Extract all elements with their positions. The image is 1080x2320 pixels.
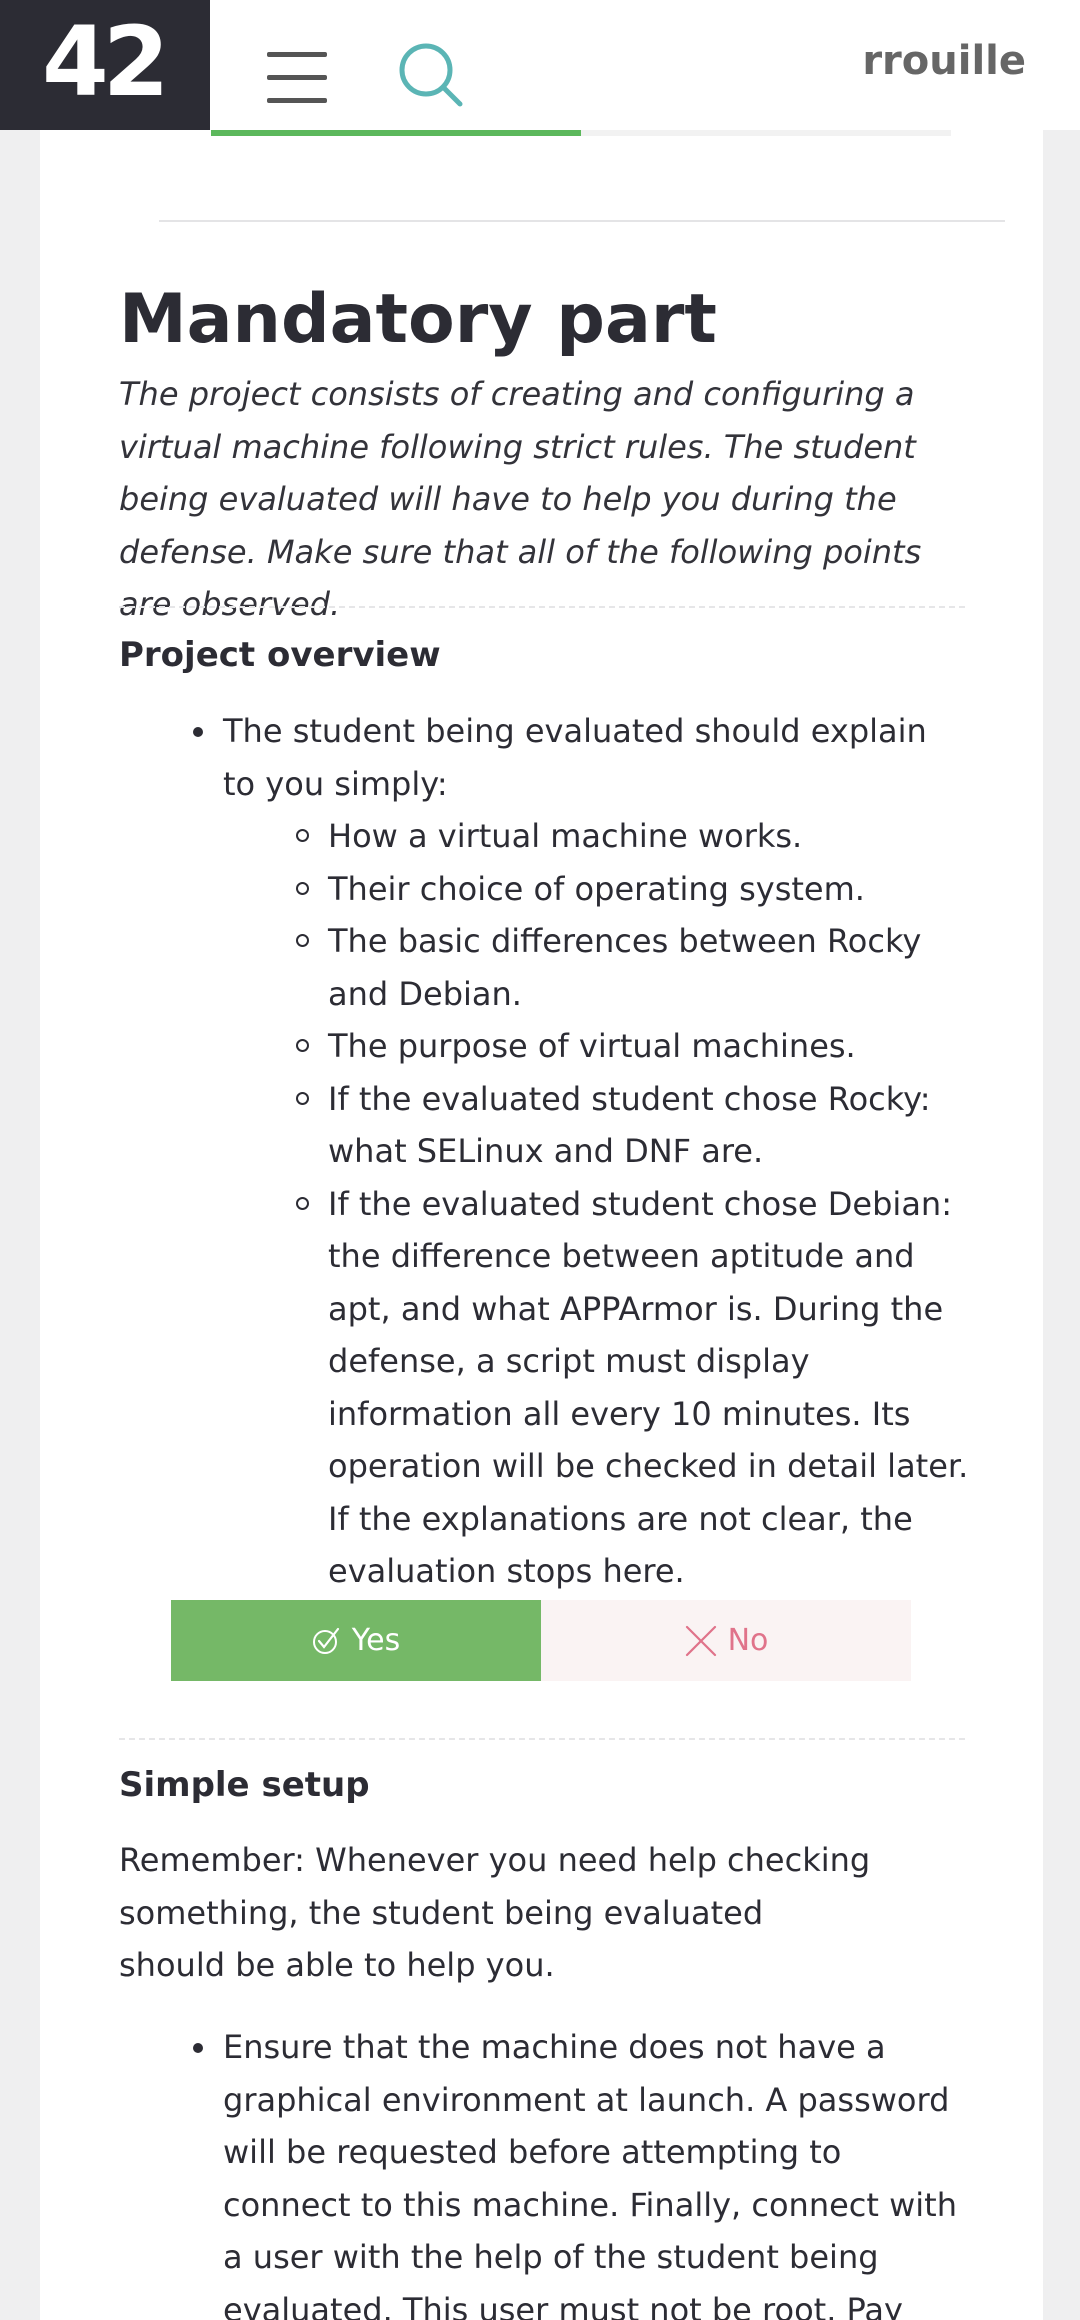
top-bar: 42 rrouille xyxy=(0,0,1080,130)
dashed-divider xyxy=(119,606,965,608)
project-overview-heading: Project overview xyxy=(119,635,441,675)
yes-label: Yes xyxy=(351,1623,401,1658)
list-item: How a virtual machine works. xyxy=(223,810,969,863)
list-item: The student being evaluated should expla… xyxy=(119,705,969,1598)
yes-button[interactable]: Yes xyxy=(171,1600,541,1681)
list-item: The basic differences between Rocky and … xyxy=(223,915,969,1020)
section-intro: The project consists of creating and con… xyxy=(119,375,922,623)
answer-buttons: Yes No xyxy=(171,1600,911,1681)
remember-line: should be able to help you. xyxy=(119,1946,555,1984)
logo[interactable]: 42 xyxy=(0,0,210,130)
logo-text: 42 xyxy=(42,6,170,118)
remember-line: Remember: Whenever you need help checkin… xyxy=(119,1841,871,1932)
list-item: If the evaluated student chose Rocky: wh… xyxy=(223,1073,969,1178)
list-item: If the evaluated student chose Debian: t… xyxy=(223,1178,969,1598)
no-label: No xyxy=(727,1623,769,1658)
remember-note: Remember: Whenever you need help checkin… xyxy=(119,1834,969,1992)
list-item: Ensure that the machine does not have a … xyxy=(119,2021,969,2320)
overview-sublist: How a virtual machine works. Their choic… xyxy=(223,810,969,1598)
overview-item-text: The student being evaluated should expla… xyxy=(223,712,927,803)
check-icon xyxy=(312,1627,339,1654)
page-title: Mandatory part xyxy=(119,280,717,359)
divider xyxy=(159,220,1005,222)
simple-setup-heading: Simple setup xyxy=(119,1765,370,1805)
username-link[interactable]: rrouille xyxy=(862,38,1026,84)
dashed-divider xyxy=(119,1738,965,1740)
search-icon[interactable] xyxy=(396,40,466,110)
list-item: The purpose of virtual machines. xyxy=(223,1020,969,1073)
no-button[interactable]: No xyxy=(541,1600,911,1681)
list-item: Their choice of operating system. xyxy=(223,863,969,916)
hamburger-menu-icon[interactable] xyxy=(265,52,329,104)
close-icon xyxy=(685,1625,716,1656)
overview-list: The student being evaluated should expla… xyxy=(119,705,969,1598)
setup-list: Ensure that the machine does not have a … xyxy=(119,2021,969,2320)
page: Mandatory part The project consists of c… xyxy=(0,0,1080,2320)
